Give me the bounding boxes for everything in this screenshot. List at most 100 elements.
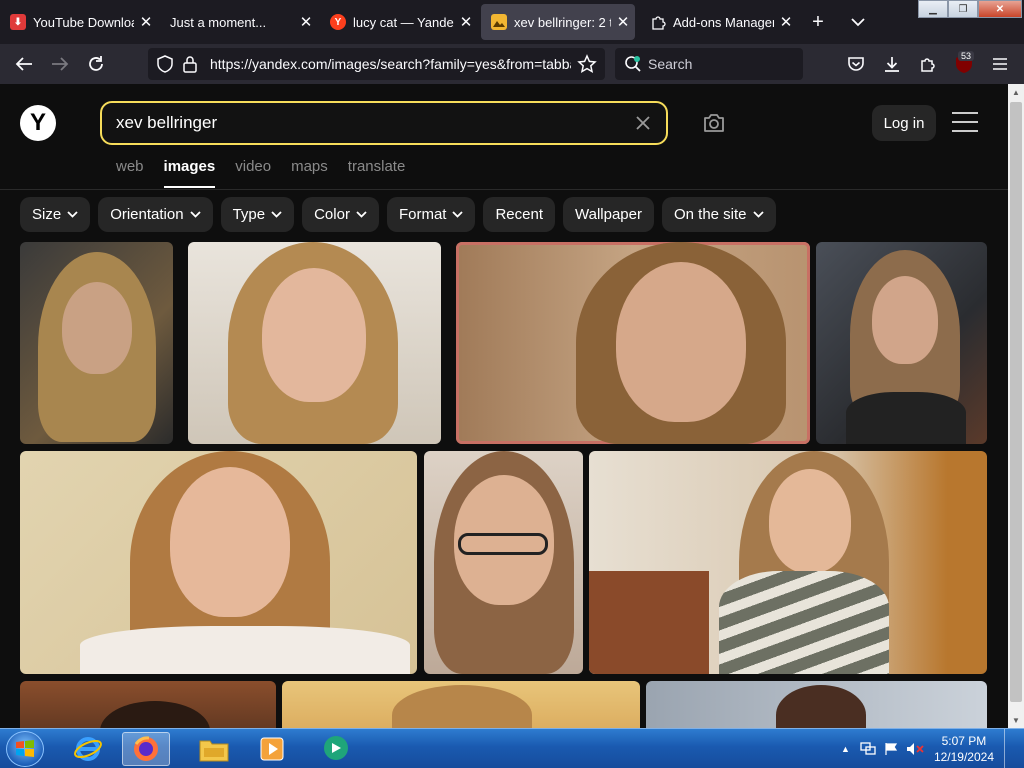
tab-images[interactable]: images (163, 158, 216, 188)
bookmark-star-icon[interactable] (577, 54, 597, 79)
page-scrollbar[interactable]: ▲ ▼ (1008, 84, 1024, 728)
filter-bar: Size Orientation Type Color Format Recen… (20, 197, 776, 232)
search-engine-icon[interactable] (624, 55, 642, 73)
search-box (100, 101, 668, 145)
download-icon: ⬇ (10, 14, 26, 30)
search-input[interactable] (116, 112, 616, 134)
image-result-thumbnail[interactable] (282, 681, 640, 728)
login-button[interactable]: Log in (872, 105, 936, 141)
close-tab-icon[interactable]: ✕ (134, 13, 158, 31)
photo-placeholder (80, 626, 410, 674)
puzzle-icon (650, 14, 666, 30)
arrow-left-icon (15, 57, 32, 71)
minimize-button[interactable]: ▁ (918, 0, 948, 18)
scrollbar-thumb[interactable] (1010, 102, 1022, 702)
photo-placeholder (589, 571, 709, 674)
yandex-icon: Y (330, 14, 346, 30)
network-icon[interactable] (860, 742, 876, 756)
lock-icon[interactable] (182, 55, 198, 78)
shield-icon[interactable] (156, 55, 174, 78)
media-player-icon[interactable] (248, 732, 296, 766)
back-button[interactable] (10, 50, 38, 78)
filter-size[interactable]: Size (20, 197, 91, 232)
image-result-thumbnail[interactable] (188, 242, 441, 444)
close-window-button[interactable]: ✕ (978, 0, 1022, 18)
clear-search-icon[interactable] (632, 112, 654, 134)
forward-button[interactable] (46, 50, 74, 78)
photo-placeholder (776, 685, 866, 728)
filter-format[interactable]: Format (386, 197, 476, 232)
chevron-down-icon (452, 211, 464, 218)
image-result-thumbnail[interactable] (424, 451, 583, 674)
system-tray: ▲ 5:07 PM 12/19/2024 (841, 729, 1018, 768)
close-tab-icon[interactable]: ✕ (774, 13, 798, 31)
scroll-up-arrow-icon[interactable]: ▲ (1008, 84, 1024, 100)
reload-button[interactable] (82, 50, 110, 78)
tab-video[interactable]: video (235, 158, 271, 188)
filter-on-the-site[interactable]: On the site (661, 197, 776, 232)
chevron-down-icon (67, 211, 78, 218)
filter-color[interactable]: Color (302, 197, 379, 232)
filter-wallpaper[interactable]: Wallpaper (563, 197, 654, 232)
new-tab-button[interactable]: + (800, 0, 836, 44)
chevron-down-icon (271, 211, 282, 218)
filter-orientation[interactable]: Orientation (98, 197, 213, 232)
start-button[interactable] (6, 731, 44, 767)
tab-just-a-moment[interactable]: Just a moment... ✕ (160, 0, 318, 44)
photo-placeholder (458, 533, 548, 555)
camera-search-icon[interactable] (700, 109, 728, 137)
filter-label: Color (314, 206, 350, 223)
filter-label: Recent (495, 206, 543, 223)
internet-explorer-icon[interactable] (64, 732, 112, 766)
downloads-button[interactable] (878, 50, 906, 78)
photo-placeholder (846, 392, 966, 444)
app-menu-button[interactable] (986, 50, 1014, 78)
navigation-toolbar: https://yandex.com/images/search?family=… (0, 44, 1024, 84)
close-tab-icon[interactable]: ✕ (454, 13, 478, 31)
search-bar-placeholder: Search (648, 56, 693, 72)
url-bar[interactable]: https://yandex.com/images/search?family=… (148, 48, 605, 80)
image-result-thumbnail[interactable] (20, 242, 173, 444)
pocket-button[interactable] (842, 50, 870, 78)
extensions-button[interactable] (914, 50, 942, 78)
photo-placeholder (872, 276, 938, 364)
list-all-tabs-button[interactable] (840, 0, 876, 44)
file-explorer-icon[interactable] (190, 732, 238, 766)
tab-title: Add-ons Manager (673, 14, 774, 30)
close-tab-icon[interactable]: ✕ (611, 13, 635, 31)
photo-placeholder (262, 268, 366, 402)
puzzle-icon (921, 58, 935, 72)
filter-type[interactable]: Type (220, 197, 295, 232)
image-result-thumbnail[interactable] (589, 451, 987, 674)
image-result-thumbnail-selected[interactable] (456, 242, 810, 444)
volume-muted-icon[interactable] (906, 742, 924, 756)
tab-youtube-downloader[interactable]: ⬇ YouTube Downloader ✕ (0, 0, 158, 44)
firefox-icon[interactable] (122, 732, 170, 766)
tab-translate[interactable]: translate (348, 158, 406, 188)
tab-add-ons-manager[interactable]: Add-ons Manager ✕ (640, 0, 798, 44)
show-hidden-icons-arrow-icon[interactable]: ▲ (841, 744, 850, 754)
restore-button[interactable]: ❐ (948, 0, 978, 18)
image-result-thumbnail[interactable] (20, 681, 276, 728)
chat-app-icon[interactable] (312, 732, 360, 766)
search-bar[interactable]: Search (615, 48, 803, 80)
image-result-thumbnail[interactable] (646, 681, 987, 728)
filter-label: Orientation (110, 206, 184, 223)
photo-placeholder (719, 571, 889, 674)
filter-label: Type (232, 206, 266, 223)
action-center-flag-icon[interactable] (884, 742, 898, 756)
show-desktop-button[interactable] (1004, 729, 1018, 768)
menu-icon[interactable] (952, 112, 978, 132)
system-clock[interactable]: 5:07 PM 12/19/2024 (934, 733, 994, 765)
filter-label: On the site (673, 206, 747, 223)
tab-web[interactable]: web (116, 158, 144, 188)
filter-recent[interactable]: Recent (483, 197, 555, 232)
yandex-logo[interactable]: Y (20, 105, 56, 141)
close-tab-icon[interactable]: ✕ (294, 13, 318, 31)
scroll-down-arrow-icon[interactable]: ▼ (1008, 712, 1024, 728)
tab-maps[interactable]: maps (291, 158, 328, 188)
tab-lucy-cat[interactable]: Y lucy cat — Yandex ✕ (320, 0, 478, 44)
image-result-thumbnail[interactable] (816, 242, 987, 444)
image-result-thumbnail[interactable] (20, 451, 417, 674)
tab-xev-bellringer[interactable]: xev bellringer: 2 thousand ✕ (481, 4, 635, 40)
